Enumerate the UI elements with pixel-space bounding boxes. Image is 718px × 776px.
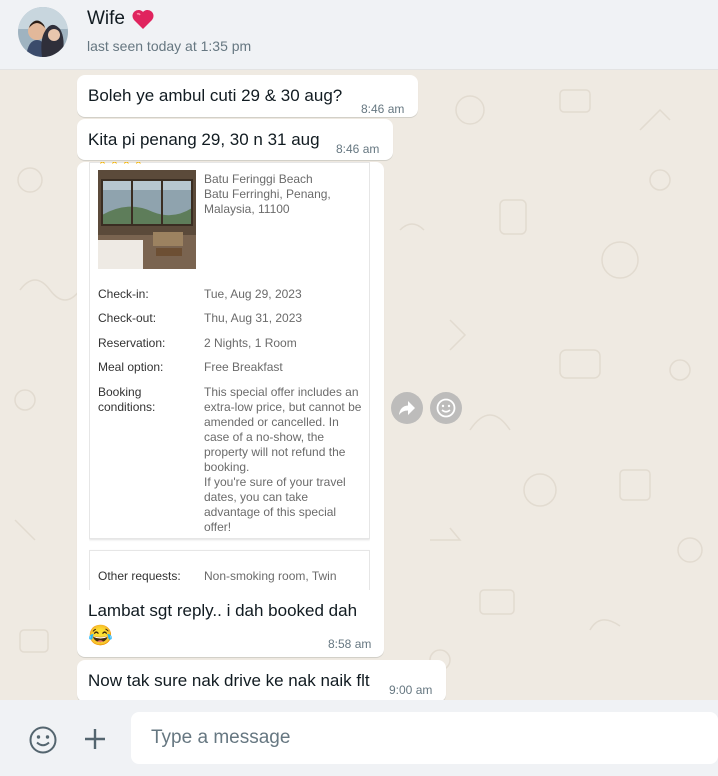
hotel-room-image: [98, 170, 196, 269]
emoji-button[interactable]: [27, 724, 59, 756]
attach-button[interactable]: [80, 724, 110, 754]
forward-icon: [399, 401, 415, 415]
emoji-icon: [29, 726, 57, 754]
reservation-label: Reservation:: [98, 336, 166, 350]
message-bubble[interactable]: Boleh ye ambul cuti 29 & 30 aug? 8:46 am: [77, 75, 418, 117]
other-requests-value: Non-smoking room, Twin: [204, 569, 337, 583]
message-caption: Lambat sgt reply.. i dah booked dah: [88, 601, 358, 620]
forward-button[interactable]: [391, 392, 423, 424]
message-text: Now tak sure nak drive ke nak naik flt: [88, 671, 370, 690]
checkin-label: Check-in:: [98, 287, 149, 301]
booking-card-continued: Other requests: Non-smoking room, Twin: [89, 550, 370, 590]
heart-icon: [132, 9, 154, 29]
message-bubble[interactable]: Now tak sure nak drive ke nak naik flt 9…: [77, 660, 446, 700]
checkout-label: Check-out:: [98, 311, 157, 325]
message-list[interactable]: Boleh ye ambul cuti 29 & 30 aug? 8:46 am…: [0, 70, 718, 700]
reservation-value: 2 Nights, 1 Room: [204, 336, 297, 350]
booking-screenshot[interactable]: ★★★★ Batu Feringgi Beach Batu Ferringhi,: [89, 162, 370, 590]
message-time: 8:46 am: [336, 142, 380, 156]
booking-card: ★★★★ Batu Feringgi Beach Batu Ferringhi,: [89, 162, 370, 539]
checkin-value: Tue, Aug 29, 2023: [204, 287, 302, 301]
message-bubble[interactable]: Kita pi penang 29, 30 n 31 aug 8:46 am: [77, 119, 393, 160]
meal-label: Meal option:: [98, 360, 164, 374]
message-time: 9:00 am: [389, 683, 433, 697]
message-text: Kita pi penang 29, 30 n 31 aug: [88, 130, 320, 149]
composer-bar: [0, 700, 718, 776]
conditions-label: Booking conditions:: [98, 385, 156, 414]
other-requests-label: Other requests:: [98, 569, 181, 583]
react-button[interactable]: [430, 392, 462, 424]
smiley-icon: [436, 398, 456, 418]
checkout-value: Thu, Aug 31, 2023: [204, 311, 303, 325]
laughing-emoji-icon: 😂: [88, 625, 113, 647]
message-time: 8:46 am: [361, 102, 405, 116]
conditions-value: This special offer includes an extra-low…: [204, 385, 362, 534]
plus-icon: [85, 729, 105, 749]
last-seen-status: last seen today at 1:35 pm: [87, 38, 252, 54]
contact-name-text: Wife: [87, 8, 125, 29]
contact-name[interactable]: Wife: [87, 8, 155, 30]
message-text: Boleh ye ambul cuti 29 & 30 aug?: [88, 86, 343, 105]
message-input[interactable]: [151, 712, 691, 764]
message-time: 8:58 am: [328, 637, 372, 651]
hotel-address: Batu Feringgi Beach Batu Ferringhi, Pena…: [204, 172, 331, 216]
meal-value: Free Breakfast: [204, 360, 283, 374]
star-rating: ★★★★: [98, 162, 146, 167]
contact-avatar[interactable]: [18, 7, 68, 57]
chat-header[interactable]: Wife last seen today at 1:35 pm: [0, 0, 718, 70]
message-input-box[interactable]: [131, 712, 718, 764]
